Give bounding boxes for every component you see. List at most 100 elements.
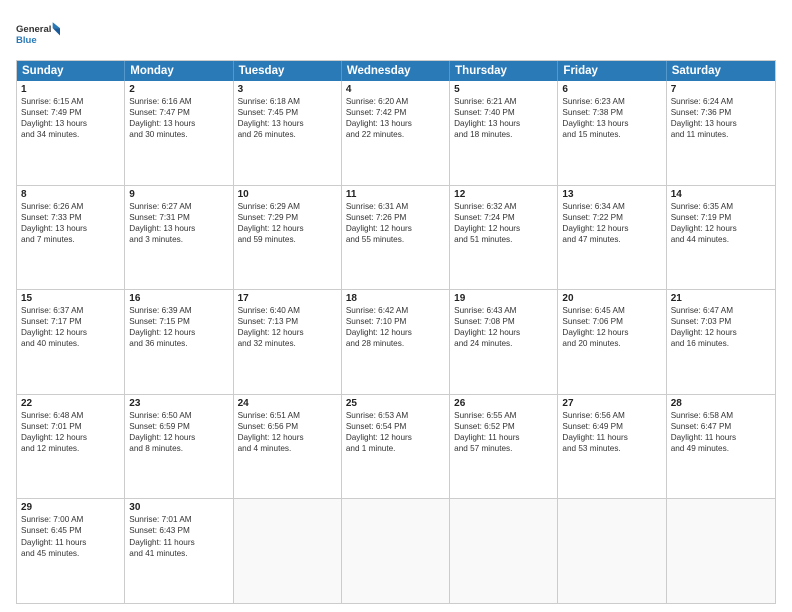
calendar-header-cell: Monday (125, 61, 233, 81)
cell-line: and 49 minutes. (671, 443, 771, 454)
cell-line: Daylight: 13 hours (562, 118, 661, 129)
cell-line: Sunrise: 6:35 AM (671, 201, 771, 212)
logo-icon: General Blue (16, 16, 60, 52)
calendar-cell (667, 499, 775, 603)
cell-line: Sunrise: 6:43 AM (454, 305, 553, 316)
calendar-cell: 10Sunrise: 6:29 AMSunset: 7:29 PMDayligh… (234, 186, 342, 290)
cell-line: Sunset: 7:26 PM (346, 212, 445, 223)
calendar-cell: 4Sunrise: 6:20 AMSunset: 7:42 PMDaylight… (342, 81, 450, 185)
cell-line: and 4 minutes. (238, 443, 337, 454)
cell-line: Sunset: 6:47 PM (671, 421, 771, 432)
cell-line: Daylight: 13 hours (21, 118, 120, 129)
calendar-header-cell: Saturday (667, 61, 775, 81)
calendar-cell: 21Sunrise: 6:47 AMSunset: 7:03 PMDayligh… (667, 290, 775, 394)
cell-line: Sunrise: 6:27 AM (129, 201, 228, 212)
cell-line: and 57 minutes. (454, 443, 553, 454)
cell-line: Sunrise: 6:39 AM (129, 305, 228, 316)
calendar-cell: 16Sunrise: 6:39 AMSunset: 7:15 PMDayligh… (125, 290, 233, 394)
cell-line: Sunrise: 6:47 AM (671, 305, 771, 316)
calendar-cell: 15Sunrise: 6:37 AMSunset: 7:17 PMDayligh… (17, 290, 125, 394)
calendar-cell: 17Sunrise: 6:40 AMSunset: 7:13 PMDayligh… (234, 290, 342, 394)
day-number: 19 (454, 293, 553, 304)
cell-line: and 20 minutes. (562, 338, 661, 349)
svg-text:Blue: Blue (16, 35, 37, 46)
cell-line: and 30 minutes. (129, 129, 228, 140)
cell-line: Daylight: 12 hours (238, 327, 337, 338)
calendar-cell: 12Sunrise: 6:32 AMSunset: 7:24 PMDayligh… (450, 186, 558, 290)
day-number: 5 (454, 84, 553, 95)
cell-line: Sunrise: 6:51 AM (238, 410, 337, 421)
cell-line: Sunrise: 6:53 AM (346, 410, 445, 421)
logo: General Blue (16, 16, 60, 52)
cell-line: Daylight: 12 hours (562, 223, 661, 234)
cell-line: Sunrise: 6:21 AM (454, 96, 553, 107)
calendar-cell: 13Sunrise: 6:34 AMSunset: 7:22 PMDayligh… (558, 186, 666, 290)
cell-line: Daylight: 12 hours (129, 432, 228, 443)
calendar-body: 1Sunrise: 6:15 AMSunset: 7:49 PMDaylight… (17, 81, 775, 603)
cell-line: Daylight: 12 hours (238, 432, 337, 443)
cell-line: and 53 minutes. (562, 443, 661, 454)
calendar-cell: 3Sunrise: 6:18 AMSunset: 7:45 PMDaylight… (234, 81, 342, 185)
cell-line: and 51 minutes. (454, 234, 553, 245)
day-number: 20 (562, 293, 661, 304)
day-number: 9 (129, 189, 228, 200)
calendar-cell: 14Sunrise: 6:35 AMSunset: 7:19 PMDayligh… (667, 186, 775, 290)
cell-line: and 28 minutes. (346, 338, 445, 349)
cell-line: Daylight: 12 hours (454, 223, 553, 234)
day-number: 2 (129, 84, 228, 95)
cell-line: Daylight: 13 hours (671, 118, 771, 129)
calendar-cell: 30Sunrise: 7:01 AMSunset: 6:43 PMDayligh… (125, 499, 233, 603)
page: General Blue SundayMondayTuesdayWednesda… (0, 0, 792, 612)
cell-line: Sunrise: 6:40 AM (238, 305, 337, 316)
cell-line: and 36 minutes. (129, 338, 228, 349)
cell-line: Sunrise: 6:18 AM (238, 96, 337, 107)
cell-line: Sunset: 7:10 PM (346, 316, 445, 327)
day-number: 22 (21, 398, 120, 409)
cell-line: Daylight: 13 hours (21, 223, 120, 234)
cell-line: and 47 minutes. (562, 234, 661, 245)
cell-line: Sunrise: 6:31 AM (346, 201, 445, 212)
cell-line: Sunset: 7:15 PM (129, 316, 228, 327)
day-number: 28 (671, 398, 771, 409)
day-number: 6 (562, 84, 661, 95)
day-number: 14 (671, 189, 771, 200)
day-number: 17 (238, 293, 337, 304)
calendar-cell: 27Sunrise: 6:56 AMSunset: 6:49 PMDayligh… (558, 395, 666, 499)
cell-line: and 15 minutes. (562, 129, 661, 140)
calendar-cell (558, 499, 666, 603)
day-number: 13 (562, 189, 661, 200)
cell-line: Sunset: 7:08 PM (454, 316, 553, 327)
cell-line: Daylight: 13 hours (129, 223, 228, 234)
cell-line: Sunrise: 6:58 AM (671, 410, 771, 421)
calendar-cell: 1Sunrise: 6:15 AMSunset: 7:49 PMDaylight… (17, 81, 125, 185)
cell-line: Sunset: 6:43 PM (129, 525, 228, 536)
day-number: 3 (238, 84, 337, 95)
calendar-header-cell: Thursday (450, 61, 558, 81)
cell-line: Sunset: 7:19 PM (671, 212, 771, 223)
calendar-cell: 22Sunrise: 6:48 AMSunset: 7:01 PMDayligh… (17, 395, 125, 499)
cell-line: and 55 minutes. (346, 234, 445, 245)
calendar-week: 1Sunrise: 6:15 AMSunset: 7:49 PMDaylight… (17, 81, 775, 185)
cell-line: Sunset: 7:31 PM (129, 212, 228, 223)
cell-line: and 3 minutes. (129, 234, 228, 245)
cell-line: Sunset: 7:22 PM (562, 212, 661, 223)
cell-line: Sunset: 7:36 PM (671, 107, 771, 118)
calendar-cell: 25Sunrise: 6:53 AMSunset: 6:54 PMDayligh… (342, 395, 450, 499)
cell-line: Daylight: 13 hours (346, 118, 445, 129)
cell-line: Sunrise: 6:16 AM (129, 96, 228, 107)
calendar-header-cell: Tuesday (234, 61, 342, 81)
calendar-header-cell: Sunday (17, 61, 125, 81)
cell-line: Sunrise: 6:42 AM (346, 305, 445, 316)
day-number: 18 (346, 293, 445, 304)
cell-line: Sunset: 7:06 PM (562, 316, 661, 327)
cell-line: Sunrise: 6:29 AM (238, 201, 337, 212)
cell-line: Daylight: 12 hours (562, 327, 661, 338)
cell-line: Daylight: 12 hours (346, 327, 445, 338)
cell-line: Sunset: 7:42 PM (346, 107, 445, 118)
cell-line: Sunrise: 6:56 AM (562, 410, 661, 421)
cell-line: Sunrise: 6:37 AM (21, 305, 120, 316)
calendar-cell: 24Sunrise: 6:51 AMSunset: 6:56 PMDayligh… (234, 395, 342, 499)
cell-line: Sunset: 7:01 PM (21, 421, 120, 432)
day-number: 1 (21, 84, 120, 95)
calendar-header: SundayMondayTuesdayWednesdayThursdayFrid… (17, 61, 775, 81)
